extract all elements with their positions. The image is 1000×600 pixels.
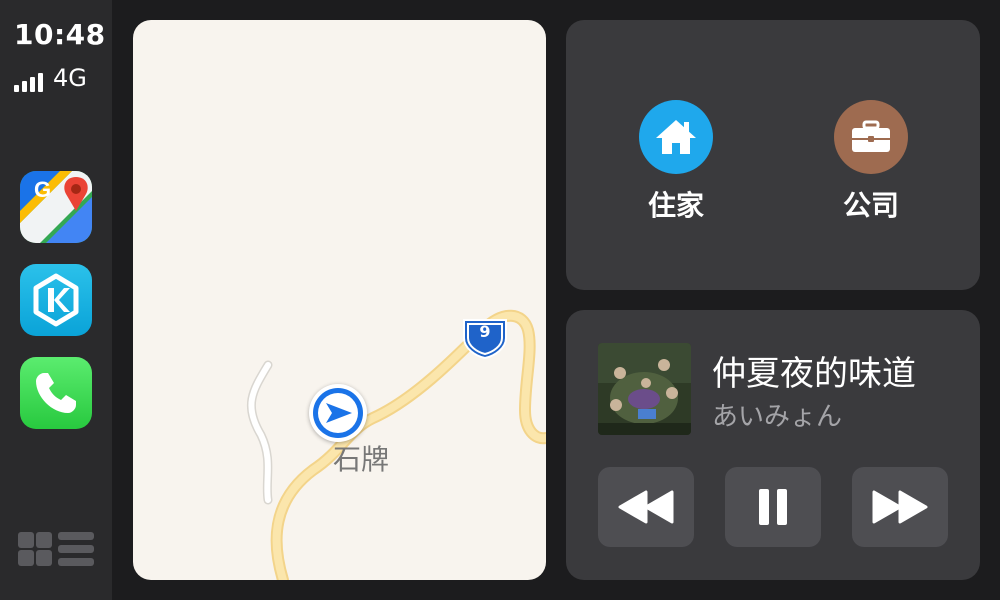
- google-maps-icon[interactable]: G: [20, 171, 92, 243]
- route-number: 9: [479, 322, 491, 341]
- pause-button[interactable]: [725, 467, 821, 547]
- rewind-icon: [618, 490, 674, 524]
- home-icon: [639, 100, 713, 174]
- destination-work[interactable]: 公司: [811, 100, 931, 224]
- sidebar: 10:48 4G G: [0, 0, 112, 600]
- map-roads: [246, 309, 546, 580]
- status-time: 10:48: [14, 18, 106, 51]
- signal-bars-icon: [14, 72, 43, 92]
- network-type: 4G: [53, 64, 87, 92]
- svg-text:G: G: [34, 177, 51, 202]
- rewind-button[interactable]: [598, 467, 694, 547]
- destination-home[interactable]: 住家: [616, 100, 736, 224]
- phone-icon[interactable]: [20, 357, 92, 429]
- song-title: 仲夏夜的味道: [712, 354, 916, 394]
- destination-work-label: 公司: [842, 189, 899, 222]
- route-badge: 9: [460, 316, 510, 360]
- navigation-arrow-icon: [309, 384, 367, 442]
- now-playing-card: 仲夏夜的味道 あいみょん: [566, 310, 980, 580]
- fast-forward-button[interactable]: [852, 467, 948, 547]
- song-artist: あいみょん: [712, 402, 843, 432]
- fast-forward-icon: [872, 490, 928, 524]
- pause-icon: [759, 489, 787, 525]
- briefcase-icon: [834, 100, 908, 174]
- map-place-label: 石牌: [333, 443, 390, 476]
- dashboard-grid-icon[interactable]: [18, 532, 96, 572]
- destination-home-label: 住家: [647, 189, 704, 222]
- destinations-card: 住家 公司: [566, 20, 980, 290]
- album-art[interactable]: [598, 343, 691, 435]
- map-view[interactable]: 9 石牌: [133, 20, 546, 580]
- status-signal: 4G: [14, 64, 87, 92]
- kkbox-icon[interactable]: [20, 264, 92, 336]
